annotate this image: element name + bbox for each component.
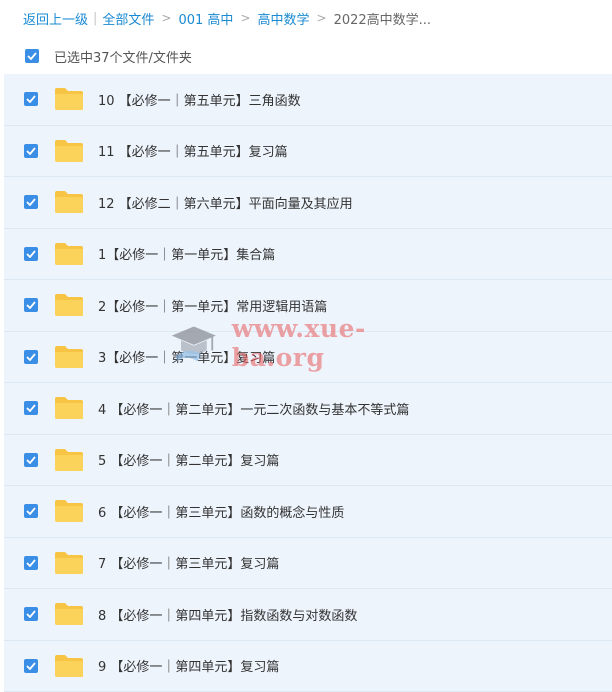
folder-icon xyxy=(54,396,84,420)
file-name[interactable]: 3【必修一｜第一单元】复习篇 xyxy=(98,347,275,366)
folder-icon xyxy=(54,602,84,626)
folder-icon xyxy=(54,551,84,575)
checkmark-icon xyxy=(26,198,36,206)
file-name[interactable]: 8 【必修一｜第四单元】指数函数与对数函数 xyxy=(98,605,357,624)
breadcrumb-current: 2022高中数学... xyxy=(334,9,431,28)
breadcrumb-separator: > xyxy=(317,11,327,25)
file-name[interactable]: 9 【必修一｜第四单元】复习篇 xyxy=(98,656,279,675)
file-name[interactable]: 1【必修一｜第一单元】集合篇 xyxy=(98,244,275,263)
file-checkbox[interactable] xyxy=(24,195,38,209)
checkmark-icon xyxy=(26,250,36,258)
folder-icon xyxy=(54,293,84,317)
file-checkbox[interactable] xyxy=(24,144,38,158)
file-name[interactable]: 2【必修一｜第一单元】常用逻辑用语篇 xyxy=(98,296,327,315)
file-checkbox[interactable] xyxy=(24,350,38,364)
file-name[interactable]: 4 【必修一｜第二单元】一元二次函数与基本不等式篇 xyxy=(98,399,409,418)
file-row[interactable]: 3【必修一｜第一单元】复习篇 xyxy=(4,332,612,384)
checkmark-icon xyxy=(26,404,36,412)
checkmark-icon xyxy=(26,507,36,515)
checkmark-icon xyxy=(26,662,36,670)
checkmark-icon xyxy=(26,456,36,464)
file-row[interactable]: 5 【必修一｜第二单元】复习篇 xyxy=(4,435,612,487)
breadcrumb-item-all-files[interactable]: 全部文件 xyxy=(102,9,154,28)
file-list: 10 【必修一｜第五单元】三角函数 11 【必修一｜第五单元】复习篇 12 【必修二… xyxy=(4,74,612,692)
file-checkbox[interactable] xyxy=(24,453,38,467)
folder-icon xyxy=(54,87,84,111)
file-row[interactable]: 12 【必修二｜第六单元】平面向量及其应用 xyxy=(4,177,612,229)
file-checkbox[interactable] xyxy=(24,92,38,106)
breadcrumb-item-math[interactable]: 高中数学 xyxy=(258,9,310,28)
checkmark-icon xyxy=(26,559,36,567)
folder-icon xyxy=(54,190,84,214)
file-checkbox[interactable] xyxy=(24,247,38,261)
file-name[interactable]: 6 【必修一｜第三单元】函数的概念与性质 xyxy=(98,502,344,521)
folder-icon xyxy=(54,654,84,678)
file-checkbox[interactable] xyxy=(24,504,38,518)
file-checkbox[interactable] xyxy=(24,607,38,621)
file-checkbox[interactable] xyxy=(24,659,38,673)
checkmark-icon xyxy=(27,52,37,60)
file-row[interactable]: 7 【必修一｜第三单元】复习篇 xyxy=(4,538,612,590)
file-row[interactable]: 1【必修一｜第一单元】集合篇 xyxy=(4,229,612,281)
file-row[interactable]: 10 【必修一｜第五单元】三角函数 xyxy=(4,74,612,126)
file-checkbox[interactable] xyxy=(24,556,38,570)
back-link[interactable]: 返回上一级 xyxy=(23,9,88,28)
checkmark-icon xyxy=(26,95,36,103)
checkmark-icon xyxy=(26,147,36,155)
file-checkbox[interactable] xyxy=(24,401,38,415)
selection-bar: 已选中37个文件/文件夹 xyxy=(0,38,612,74)
folder-icon xyxy=(54,242,84,266)
file-name[interactable]: 12 【必修二｜第六单元】平面向量及其应用 xyxy=(98,193,353,212)
select-all-checkbox[interactable] xyxy=(25,49,39,63)
file-name[interactable]: 5 【必修一｜第二单元】复习篇 xyxy=(98,450,279,469)
file-row[interactable]: 8 【必修一｜第四单元】指数函数与对数函数 xyxy=(4,589,612,641)
breadcrumb-separator: > xyxy=(240,11,250,25)
file-name[interactable]: 7 【必修一｜第三单元】复习篇 xyxy=(98,553,279,572)
folder-icon xyxy=(54,448,84,472)
checkmark-icon xyxy=(26,301,36,309)
folder-icon xyxy=(54,499,84,523)
file-checkbox[interactable] xyxy=(24,298,38,312)
breadcrumb-item-high-school[interactable]: 001 高中 xyxy=(178,9,233,28)
file-row[interactable]: 2【必修一｜第一单元】常用逻辑用语篇 xyxy=(4,280,612,332)
folder-icon xyxy=(54,139,84,163)
file-row[interactable]: 9 【必修一｜第四单元】复习篇 xyxy=(4,641,612,692)
folder-icon xyxy=(54,345,84,369)
breadcrumb-separator: > xyxy=(161,11,171,25)
checkmark-icon xyxy=(26,353,36,361)
file-name[interactable]: 11 【必修一｜第五单元】复习篇 xyxy=(98,141,288,160)
file-name[interactable]: 10 【必修一｜第五单元】三角函数 xyxy=(98,90,301,109)
breadcrumb: 返回上一级 | 全部文件 > 001 高中 > 高中数学 > 2022高中数学.… xyxy=(0,0,612,36)
selection-count-label: 已选中37个文件/文件夹 xyxy=(54,47,192,66)
file-row[interactable]: 6 【必修一｜第三单元】函数的概念与性质 xyxy=(4,486,612,538)
checkmark-icon xyxy=(26,610,36,618)
file-row[interactable]: 11 【必修一｜第五单元】复习篇 xyxy=(4,126,612,178)
breadcrumb-divider: | xyxy=(93,11,97,26)
file-row[interactable]: 4 【必修一｜第二单元】一元二次函数与基本不等式篇 xyxy=(4,383,612,435)
